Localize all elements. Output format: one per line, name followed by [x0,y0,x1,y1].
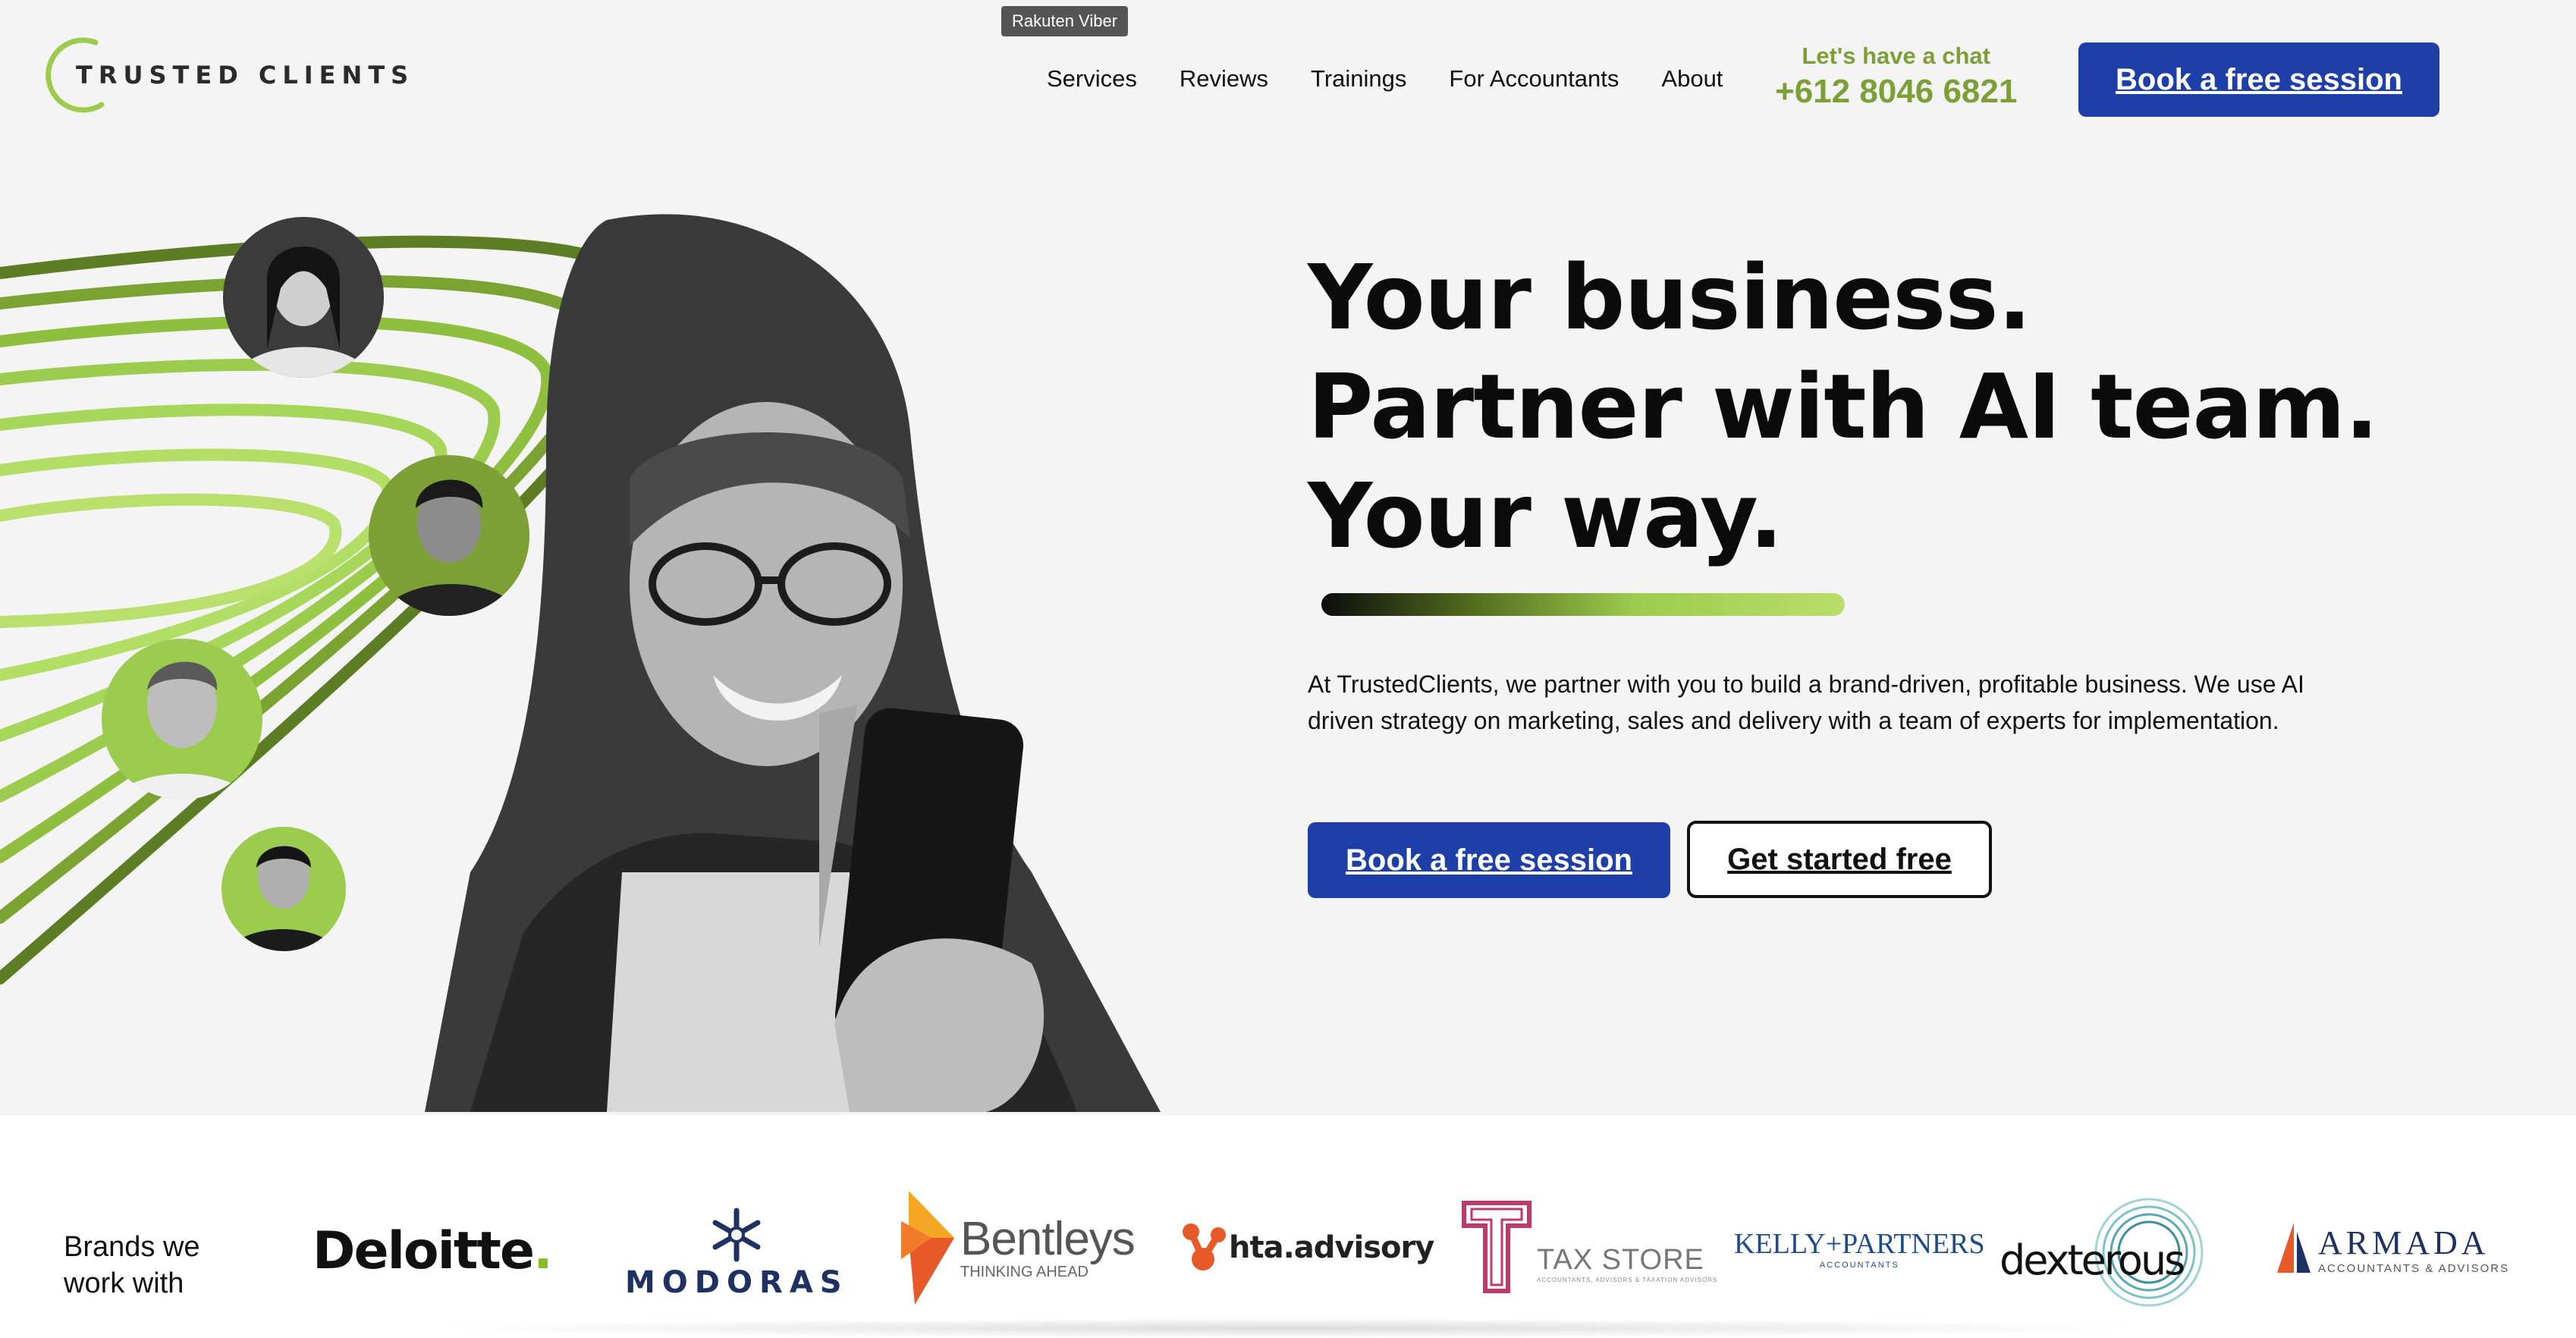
brands-strip: Brands we work with Deloitte. MODORAS Be… [0,1115,2576,1338]
nav-reviews[interactable]: Reviews [1180,65,1268,93]
hero-illustration [0,214,1161,1112]
armada-tagline: ACCOUNTANTS & ADVISORS [2318,1262,2510,1275]
hero-book-session-button[interactable]: Book a free session [1308,822,1670,898]
brand-logo-hta-advisory: hta.advisory [1180,1221,1434,1274]
brand-logo-deloitte: Deloitte. [313,1221,553,1281]
kelly-partners-tagline: ACCOUNTANTS [1819,1261,1899,1270]
hta-molecule-icon [1183,1223,1226,1270]
tax-store-t-icon [1462,1201,1531,1293]
dexterous-wordmark: dexterous [2000,1236,2185,1284]
hero-headline: Your business. Partner with AI team. You… [1308,243,2379,570]
chat-label: Let's have a chat [1802,42,1990,69]
bentleys-tagline: THINKING AHEAD [960,1263,1089,1280]
brands-label-line-2: work with [64,1267,184,1299]
snowflake-icon [712,1208,761,1262]
hero-description: At TrustedClients, we partner with you t… [1308,671,2304,734]
brand-logo-tax-store: TAX STORE ACCOUNTANTS, ADVISORS & TAXATI… [1461,1200,1717,1294]
armada-sail-icon [2277,1223,2311,1273]
hta-wordmark: hta.advisory [1229,1230,1434,1265]
bentleys-wordmark: Bentleys [960,1212,1136,1265]
header-book-session-button[interactable]: Book a free session [2078,42,2439,117]
tax-store-wordmark: TAX STORE [1537,1244,1704,1276]
team-avatar-4 [221,827,346,951]
gradient-accent-bar [1321,593,1845,616]
brands-label-line-1: Brands we [64,1231,200,1263]
brand-logo-dexterous: dexterous [2000,1195,2206,1309]
armada-wordmark: ARMADA [2318,1224,2490,1261]
headline-line-3: Your way. [1308,463,1783,568]
hero-woman-photo [425,214,1161,1112]
brands-bottom-shadow [425,1318,2154,1338]
team-avatar-2 [369,455,529,616]
deloitte-dot: . [533,1221,553,1281]
brand-logo-armada: ARMADA ACCOUNTANTS & ADVISORS [2276,1223,2509,1276]
nav-services[interactable]: Services [1047,65,1137,93]
chat-phone[interactable]: +612 8046 6821 [1775,73,2017,111]
modoras-wordmark: MODORAS [625,1265,849,1300]
brand-logo-bentleys: Bentleys THINKING AHEAD [901,1191,1136,1305]
tax-store-text: TAX STORE ACCOUNTANTS, ADVISORS & TAXATI… [1537,1244,1717,1283]
brand-logo-modoras: MODORAS [625,1206,849,1300]
headline-line-1: Your business. [1308,245,2031,350]
main-nav: Services Reviews Trainings For Accountan… [1047,65,1723,93]
kelly-partners-wordmark: KELLY+PARTNERS [1734,1228,1985,1260]
logo-text: TRUSTED CLIENTS [76,61,415,90]
app-tooltip: Rakuten Viber [1001,6,1129,36]
get-started-free-button[interactable]: Get started free [1687,821,1992,898]
deloitte-wordmark: Deloitte [313,1221,535,1281]
nav-trainings[interactable]: Trainings [1311,65,1406,93]
chat-contact[interactable]: Let's have a chat +612 8046 6821 [1775,42,2017,111]
team-avatar-3 [102,639,262,799]
brands-label: Brands we work with [64,1229,200,1302]
nav-for-accountants[interactable]: For Accountants [1449,65,1619,93]
brand-logo-kelly-partners: KELLY+PARTNERS ACCOUNTANTS [1734,1227,1985,1270]
armada-text: ARMADA ACCOUNTANTS & ADVISORS [2318,1223,2509,1275]
bentleys-text: Bentleys THINKING AHEAD [960,1212,1136,1281]
bentleys-chevron-icon [901,1191,954,1305]
tax-store-tagline: ACCOUNTANTS, ADVISORS & TAXATION ADVISOR… [1537,1277,1718,1283]
headline-line-2: Partner with AI team. [1308,354,2379,459]
nav-about[interactable]: About [1661,65,1723,93]
